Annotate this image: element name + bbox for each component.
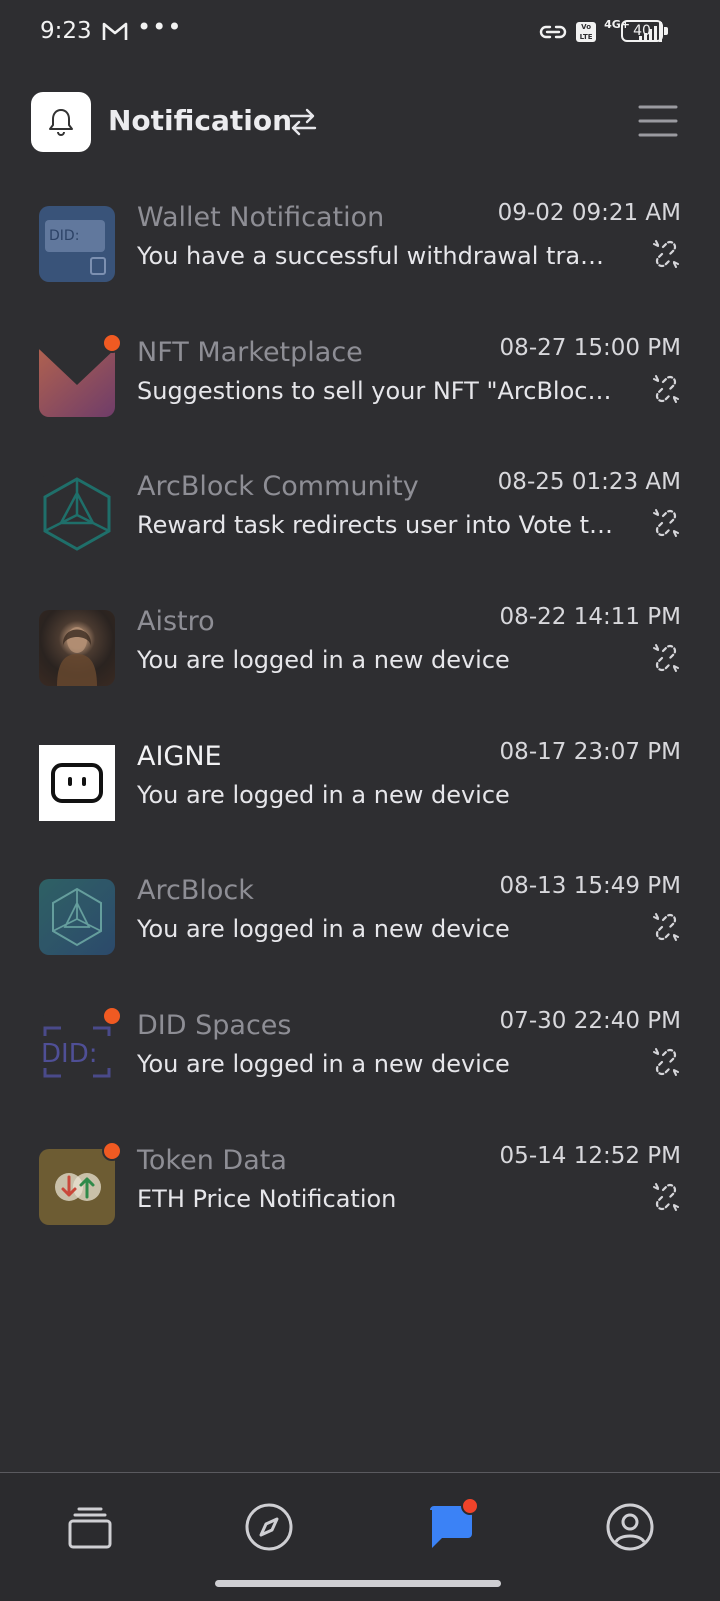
- notification-time: 08-13 15:49 PM: [499, 873, 681, 900]
- notification-message: ETH Price Notification: [137, 1184, 397, 1213]
- more-notifications-icon: •••: [137, 13, 183, 41]
- broken-link-icon[interactable]: [650, 911, 682, 943]
- compass-icon: [245, 1503, 293, 1551]
- nav-unread-dot: [461, 1497, 479, 1515]
- notification-message: You are logged in a new device: [137, 646, 510, 675]
- notification-title: Aistro: [137, 606, 215, 638]
- menu-icon[interactable]: [638, 104, 678, 138]
- battery-tip: [664, 27, 668, 35]
- broken-link-icon[interactable]: [650, 238, 682, 270]
- notification-title: DID Spaces: [137, 1010, 292, 1042]
- notification-title: NFT Marketplace: [137, 336, 363, 368]
- broken-link-icon[interactable]: [650, 642, 682, 674]
- arcblock-logo: [39, 879, 115, 956]
- broken-link-icon[interactable]: [650, 373, 682, 405]
- nft-marketplace-logo: [39, 340, 115, 417]
- broken-link-icon[interactable]: [650, 507, 682, 539]
- aigne-logo: [39, 744, 115, 821]
- notification-item[interactable]: ArcBlock 08-13 15:49 PM You are logged i…: [0, 863, 720, 998]
- app-header: Notification: [0, 90, 720, 154]
- notification-item[interactable]: DID: DID Spaces 07-30 22:40 PM You are l…: [0, 998, 720, 1133]
- arcblock-community-logo: [39, 475, 115, 552]
- notification-time: 08-22 14:11 PM: [499, 604, 681, 631]
- svg-text:DID:: DID:: [41, 1039, 97, 1069]
- notification-message: Reward task redirects user into Vote tab…: [137, 511, 617, 540]
- svg-text:DID:: DID:: [49, 228, 79, 244]
- broken-link-icon[interactable]: [650, 1046, 682, 1078]
- notification-time: 05-14 12:52 PM: [499, 1142, 681, 1169]
- profile-icon: [606, 1503, 654, 1551]
- notification-message: You are logged in a new device: [137, 780, 510, 809]
- page-title: Notification: [108, 104, 293, 137]
- notification-item[interactable]: ArcBlock Community 08-25 01:23 AM Reward…: [0, 459, 720, 594]
- notification-time: 08-25 01:23 AM: [497, 469, 681, 496]
- broken-link-icon[interactable]: [650, 1181, 682, 1213]
- token-data-logo: [39, 1148, 115, 1225]
- wallet-did-icon: DID:: [39, 206, 115, 282]
- aistro-portrait: [39, 610, 115, 687]
- notification-list: DID: Wallet Notification 09-02 09:21 AM …: [0, 190, 720, 1268]
- notification-title: Wallet Notification: [137, 202, 385, 233]
- notification-message: You are logged in a new device: [137, 915, 510, 944]
- notification-item[interactable]: Aistro 08-22 14:11 PM You are logged in …: [0, 594, 720, 729]
- cards-icon: [68, 1507, 112, 1549]
- unread-dot: [102, 1140, 122, 1161]
- notification-item[interactable]: Token Data 05-14 12:52 PM ETH Price Noti…: [0, 1133, 720, 1268]
- notification-message: Suggestions to sell your NFT "ArcBlock..…: [137, 376, 617, 405]
- nav-profile-button[interactable]: [600, 1497, 660, 1557]
- notification-title: Token Data: [137, 1144, 287, 1176]
- unread-dot: [102, 1006, 122, 1027]
- home-indicator[interactable]: [215, 1580, 501, 1587]
- unread-dot: [102, 332, 122, 353]
- link-status-icon: [539, 25, 567, 39]
- volte-icon: Vo LTE: [576, 22, 597, 42]
- did-spaces-logo: DID:: [39, 1014, 115, 1091]
- status-time: 9:23: [40, 18, 92, 44]
- bell-icon: [49, 109, 73, 136]
- notification-message: You are logged in a new device: [137, 1050, 510, 1079]
- notification-time: 08-27 15:00 PM: [499, 334, 681, 361]
- notification-title: ArcBlock: [137, 875, 254, 907]
- nav-cards-button[interactable]: [60, 1497, 120, 1557]
- notification-time: 09-02 09:21 AM: [497, 200, 681, 226]
- notification-title: AIGNE: [137, 740, 222, 772]
- notification-message: You have a successful withdrawal trans..…: [137, 242, 617, 270]
- notification-item[interactable]: DID: Wallet Notification 09-02 09:21 AM …: [0, 190, 720, 325]
- notification-title: ArcBlock Community: [137, 471, 419, 503]
- notification-item[interactable]: AIGNE 08-17 23:07 PM You are logged in a…: [0, 729, 720, 864]
- nav-messages-button[interactable]: [421, 1497, 481, 1557]
- battery-icon: 40: [621, 20, 663, 42]
- battery-level: 40: [633, 23, 651, 39]
- notification-app-button[interactable]: [31, 92, 91, 152]
- switch-icon[interactable]: [287, 106, 319, 138]
- notification-time: 07-30 22:40 PM: [499, 1008, 681, 1035]
- nav-explore-button[interactable]: [239, 1497, 299, 1557]
- volte-label: Vo LTE: [579, 23, 593, 41]
- notification-time: 08-17 23:07 PM: [499, 738, 681, 765]
- notification-item[interactable]: NFT Marketplace 08-27 15:00 PM Suggestio…: [0, 325, 720, 460]
- gmail-icon: [102, 22, 128, 40]
- status-bar: 9:23 ••• Vo LTE 4G+ 40: [0, 0, 720, 64]
